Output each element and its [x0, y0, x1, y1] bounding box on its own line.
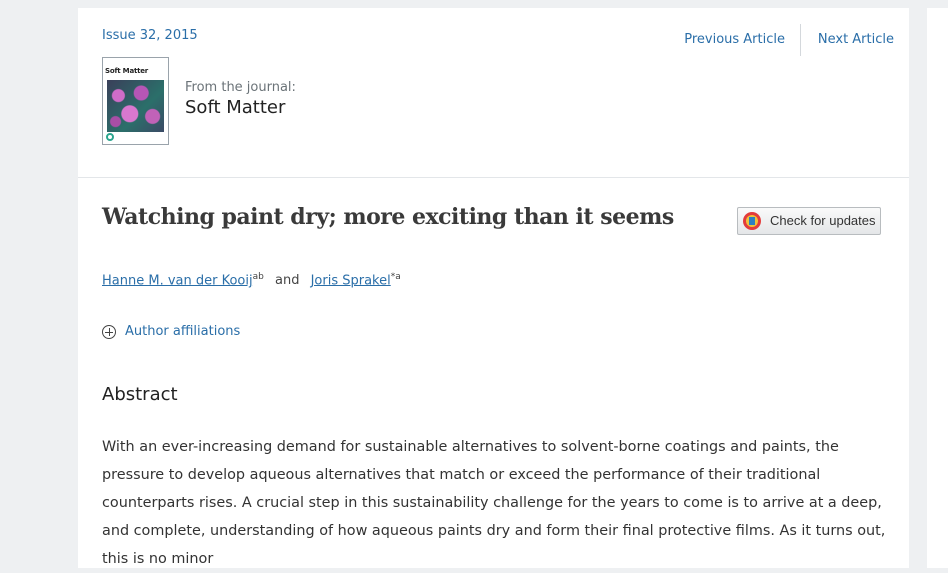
side-panel [927, 8, 948, 568]
author-affiliation-marker: *a [390, 272, 401, 282]
author-link[interactable]: Joris Sprakel [311, 273, 391, 288]
check-for-updates-button[interactable]: Check for updates [737, 207, 881, 235]
check-for-updates-label: Check for updates [770, 213, 876, 228]
nav-divider [800, 24, 801, 56]
author-affiliations-toggle[interactable]: Author affiliations [102, 323, 240, 339]
cover-artwork [107, 80, 164, 132]
author-affiliation-marker: ab [252, 272, 264, 282]
abstract-heading: Abstract [102, 384, 178, 405]
previous-article-link[interactable]: Previous Article [684, 32, 785, 47]
article-card: Issue 32, 2015 Previous Article Next Art… [78, 8, 909, 568]
section-divider [78, 177, 909, 178]
issue-link[interactable]: Issue 32, 2015 [102, 28, 198, 43]
journal-cover-image[interactable]: Soft Matter [102, 57, 169, 145]
plus-circle-icon [102, 325, 116, 339]
journal-name-link[interactable]: Soft Matter [185, 97, 285, 118]
author-conjunction: and [274, 273, 300, 289]
next-article-link[interactable]: Next Article [818, 32, 894, 47]
publisher-logo-icon [106, 133, 114, 141]
author-list: Hanne M. van der Kooijab and Joris Sprak… [102, 272, 401, 288]
author-link[interactable]: Hanne M. van der Kooij [102, 273, 253, 288]
cover-title: Soft Matter [105, 67, 149, 75]
crossmark-icon [743, 212, 761, 230]
article-title: Watching paint dry; more exciting than i… [102, 204, 674, 230]
from-journal-label: From the journal: [185, 80, 296, 95]
abstract-text: With an ever-increasing demand for susta… [102, 439, 886, 567]
author-affiliations-label: Author affiliations [125, 323, 241, 339]
